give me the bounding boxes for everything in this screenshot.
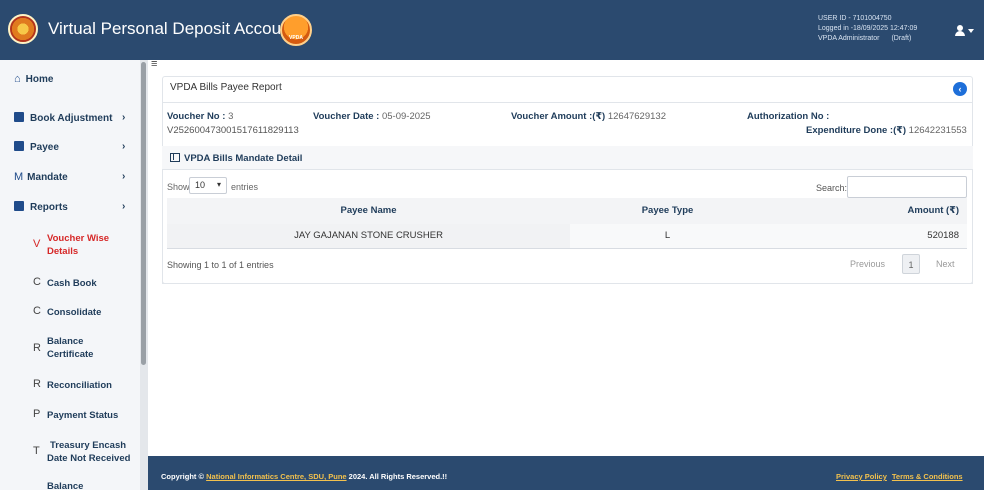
sidebar-item-label: Mandate xyxy=(27,172,68,183)
top-header: Virtual Personal Deposit Account VPDA US… xyxy=(0,0,984,60)
entries-select-value: 10 xyxy=(195,180,206,190)
sidebar-subitem-label: Payment Status xyxy=(47,410,119,421)
voucher-no-label: Voucher No : xyxy=(167,111,226,122)
voucher-no-value: 3 xyxy=(228,111,234,122)
menu-toggle-icon[interactable]: ≡ xyxy=(151,58,157,70)
sidebar-scroll-thumb[interactable] xyxy=(141,62,146,365)
copyright-text: Copyright © National Informatics Centre,… xyxy=(161,472,447,481)
user-id: USER ID - 7101004750 xyxy=(818,15,892,22)
terms-link[interactable]: Terms & Conditions xyxy=(892,472,963,481)
payment-letter-icon: P xyxy=(33,408,41,420)
sidebar-item-reports[interactable]: Reports › xyxy=(14,201,125,213)
column-header-payee-name[interactable]: Payee Name xyxy=(167,198,570,224)
consolidate-letter-icon: C xyxy=(33,305,41,317)
sidebar xyxy=(0,60,148,490)
user-info: USER ID - 7101004750 Logged in -18/09/20… xyxy=(818,14,917,44)
vpda-logo-text: VPDA xyxy=(289,35,303,41)
cell-amount: 520188 xyxy=(765,224,967,248)
user-menu-icon[interactable] xyxy=(955,25,975,39)
nic-link[interactable]: National Informatics Centre, SDU, Pune xyxy=(206,472,346,481)
sidebar-item-label: Reports xyxy=(30,202,68,213)
table-icon xyxy=(170,153,180,162)
sidebar-item-label: Book Adjustment xyxy=(30,113,113,124)
sidebar-subitem-label: Details xyxy=(47,246,79,257)
caret-down-icon xyxy=(968,29,974,33)
search-label: Search: xyxy=(816,183,848,193)
sidebar-item-payee[interactable]: Payee › xyxy=(14,141,125,153)
copyright-prefix: Copyright © xyxy=(161,472,205,481)
voucher-amount-label: Voucher Amount :(₹) xyxy=(511,111,606,122)
login-time: Logged in -18/09/2025 12:47:09 xyxy=(818,25,918,32)
entries-select[interactable]: 10 ▾ xyxy=(189,177,227,194)
column-header-payee-type[interactable]: Payee Type xyxy=(570,198,765,224)
voucher-letter-icon: V xyxy=(33,238,41,250)
user-role: VPDA Administrator xyxy=(818,35,880,42)
voucher-no: Voucher No : 3 xyxy=(167,111,233,122)
entries-label: entries xyxy=(231,182,259,192)
balance-letter-icon: R xyxy=(33,342,41,354)
voucher-amount: Voucher Amount :(₹) 12647629132 xyxy=(511,111,666,122)
home-icon: ⌂ xyxy=(14,73,21,85)
card-title: VPDA Bills Payee Report xyxy=(170,82,282,93)
draft-status: (Draft) xyxy=(891,35,912,42)
treasury-letter-icon: T xyxy=(33,445,40,457)
table-info: Showing 1 to 1 of 1 entries xyxy=(167,260,274,270)
mandate-detail-title: VPDA Bills Mandate Detail xyxy=(170,153,302,164)
privacy-policy-link[interactable]: Privacy Policy xyxy=(836,472,887,481)
book-icon xyxy=(14,112,24,122)
voucher-date-label: Voucher Date : xyxy=(313,111,380,122)
copyright-suffix: 2024. All Rights Reserved.!! xyxy=(348,472,448,481)
show-label: Show xyxy=(167,182,190,192)
authorization-no: Authorization No : xyxy=(747,111,829,122)
sidebar-item-label: Payee xyxy=(30,142,59,153)
sidebar-item-home[interactable]: ⌂ Home xyxy=(14,73,53,85)
sidebar-item-mandate[interactable]: M Mandate › xyxy=(14,171,125,183)
section-title-text: VPDA Bills Mandate Detail xyxy=(184,153,303,164)
sidebar-subitem-label: Voucher Wise xyxy=(47,233,110,244)
search-input[interactable] xyxy=(847,176,967,198)
reconciliation-letter-icon: R xyxy=(33,378,41,390)
chevron-right-icon: › xyxy=(122,112,126,123)
chevron-right-icon: › xyxy=(122,141,126,152)
card-divider xyxy=(162,102,973,103)
vpda-logo: VPDA xyxy=(280,14,312,46)
sidebar-subitem-label: Reconciliation xyxy=(47,380,112,391)
authorization-label: Authorization No : xyxy=(747,111,830,122)
reports-icon xyxy=(14,201,24,211)
app-title: Virtual Personal Deposit Account xyxy=(48,19,296,38)
sidebar-subitem-label: Certificate xyxy=(47,349,94,360)
sidebar-item-book-adjustment[interactable]: Book Adjustment › xyxy=(14,112,125,124)
sidebar-subitem-label: Treasury Encash xyxy=(50,440,127,451)
sidebar-subitem-label: Cash Book xyxy=(47,278,97,289)
voucher-date-value: 05-09-2025 xyxy=(381,111,431,122)
emblem-logo xyxy=(8,14,38,44)
pagination-previous[interactable]: Previous xyxy=(850,254,885,274)
table-row-divider xyxy=(167,248,967,249)
mandate-icon: M xyxy=(14,171,24,183)
footer-links: Privacy Policy Terms & Conditions xyxy=(836,472,963,481)
column-header-amount[interactable]: Amount (₹) xyxy=(765,198,967,224)
payee-icon xyxy=(14,141,24,151)
expenditure-done: Expenditure Done :(₹) 12642231553 xyxy=(806,125,967,136)
chevron-down-icon: ▾ xyxy=(216,180,221,189)
voucher-amount-value: 12647629132 xyxy=(607,111,666,122)
voucher-date: Voucher Date : 05-09-2025 xyxy=(313,111,431,122)
voucher-id: V252600473001517611829113 xyxy=(167,125,299,136)
sidebar-subitem-label: Date Not Received xyxy=(47,453,131,464)
cash-book-letter-icon: C xyxy=(33,276,41,288)
sidebar-subitem-label: Balance xyxy=(47,481,84,490)
pagination-page-1[interactable]: 1 xyxy=(902,254,920,274)
cell-payee-type: L xyxy=(570,224,765,248)
sidebar-item-label: Home xyxy=(25,74,54,85)
sidebar-subitem-label: Consolidate xyxy=(47,307,102,318)
expenditure-label: Expenditure Done :(₹) xyxy=(806,125,907,136)
cell-payee-name: JAY GAJANAN STONE CRUSHER xyxy=(167,224,570,248)
back-button-icon[interactable]: ‹ xyxy=(953,82,967,96)
chevron-right-icon: › xyxy=(122,171,126,182)
sidebar-subitem-label: Balance xyxy=(47,336,84,347)
expenditure-value: 12642231553 xyxy=(908,125,967,136)
pagination-next[interactable]: Next xyxy=(936,254,955,274)
chevron-right-icon: › xyxy=(122,201,126,212)
